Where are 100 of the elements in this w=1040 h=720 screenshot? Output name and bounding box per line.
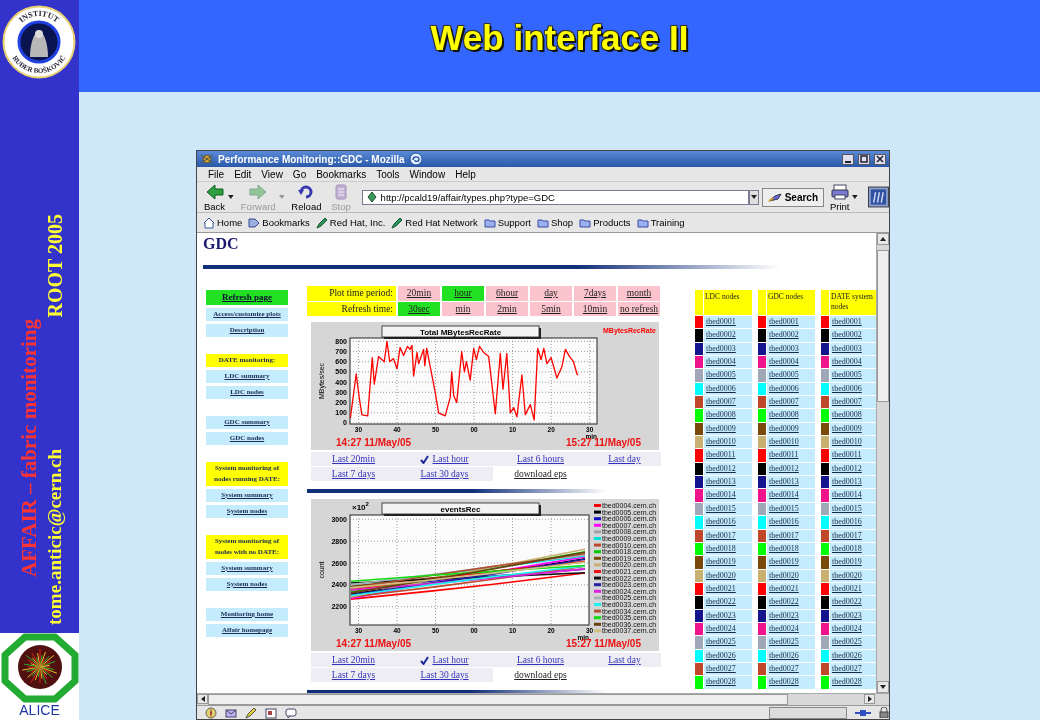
menu-item[interactable]: File	[208, 168, 225, 180]
node-link[interactable]: tbed0028	[704, 676, 752, 689]
node-link[interactable]: tbed0001	[767, 316, 815, 329]
node-link[interactable]: tbed0005	[767, 369, 815, 382]
node-link[interactable]: tbed0025	[704, 636, 752, 649]
bookmark-link[interactable]: Support	[483, 216, 531, 229]
node-link[interactable]: tbed0014	[830, 489, 876, 502]
node-link[interactable]: tbed0019	[704, 556, 752, 569]
menu-item[interactable]: Tools	[376, 168, 400, 180]
node-link[interactable]: tbed0013	[830, 476, 876, 489]
time-range-link[interactable]: Last 7 days	[311, 467, 396, 481]
node-link[interactable]: tbed0009	[830, 422, 876, 436]
node-link[interactable]: tbed0019	[767, 556, 815, 569]
node-link[interactable]: tbed0021	[704, 582, 752, 596]
scroll-arrow-button[interactable]	[877, 681, 889, 693]
node-link[interactable]: tbed0003	[830, 342, 876, 356]
node-link[interactable]: tbed0003	[767, 342, 815, 356]
folder-icon[interactable]	[536, 216, 549, 229]
chat-icon[interactable]	[285, 706, 297, 719]
node-link[interactable]: tbed0012	[767, 462, 815, 476]
option-link[interactable]: day	[530, 286, 572, 301]
option-link[interactable]: 5min	[530, 302, 572, 316]
time-range-link[interactable]: Last day	[588, 653, 661, 667]
node-link[interactable]: tbed0007	[704, 396, 752, 409]
menu-item[interactable]: View	[261, 168, 283, 180]
node-link[interactable]: tbed0016	[704, 516, 752, 529]
option-link[interactable]: 20min	[398, 286, 440, 301]
bookmark-link[interactable]: Shop	[536, 216, 574, 229]
option-link[interactable]: 2min	[486, 302, 528, 316]
reload-button[interactable]: Reload	[288, 182, 325, 212]
node-link[interactable]: tbed0015	[767, 502, 815, 516]
node-link[interactable]: tbed0010	[830, 436, 876, 449]
dropdown-button[interactable]	[749, 189, 759, 205]
node-link[interactable]: tbed0025	[767, 636, 815, 649]
refresh-button[interactable]: Refresh page	[206, 290, 288, 305]
node-link[interactable]: tbed0027	[830, 662, 876, 676]
throbber-icon[interactable]	[868, 186, 889, 208]
node-link[interactable]: tbed0024	[767, 622, 815, 636]
node-link[interactable]: tbed0017	[830, 529, 876, 542]
node-link[interactable]: tbed0021	[767, 582, 815, 596]
node-link[interactable]: tbed0004	[830, 356, 876, 369]
print-button[interactable]: Print	[826, 182, 853, 212]
folder-icon[interactable]	[636, 216, 649, 229]
node-link[interactable]: tbed0015	[704, 502, 752, 516]
menu-item[interactable]: Window	[409, 168, 446, 180]
node-link[interactable]: tbed0006	[704, 382, 752, 396]
option-link[interactable]: 30sec	[398, 302, 440, 316]
option-link[interactable]: 10min	[574, 302, 616, 316]
caret-icon[interactable]	[852, 195, 859, 199]
node-link[interactable]: tbed0007	[830, 396, 876, 409]
option-link[interactable]: 6hour	[486, 286, 528, 301]
node-link[interactable]: tbed0025	[830, 636, 876, 649]
node-link[interactable]: tbed0002	[767, 329, 815, 342]
node-link[interactable]: tbed0020	[830, 569, 876, 582]
bookmark-link[interactable]: Training	[636, 216, 685, 229]
node-link[interactable]: tbed0026	[830, 649, 876, 662]
node-link[interactable]: tbed0028	[830, 676, 876, 689]
node-link[interactable]: tbed0003	[704, 342, 752, 356]
node-link[interactable]: tbed0018	[704, 542, 752, 556]
node-link[interactable]: tbed0012	[704, 462, 752, 476]
node-link[interactable]: tbed0002	[704, 329, 752, 342]
node-link[interactable]: tbed0021	[830, 582, 876, 596]
node-link[interactable]: tbed0024	[830, 622, 876, 636]
time-range-link[interactable]: Last 30 days	[396, 467, 493, 481]
node-link[interactable]: tbed0007	[767, 396, 815, 409]
node-link[interactable]: tbed0013	[767, 476, 815, 489]
pen-icon[interactable]	[245, 706, 257, 719]
node-link[interactable]: tbed0012	[830, 462, 876, 476]
pen-icon[interactable]	[391, 216, 404, 229]
node-link[interactable]: tbed0011	[767, 449, 815, 462]
menu-item[interactable]: Bookmarks	[316, 168, 367, 180]
option-link[interactable]: min	[442, 302, 484, 316]
folder-icon[interactable]	[483, 216, 496, 229]
compass-icon[interactable]	[205, 706, 217, 719]
node-link[interactable]: tbed0010	[704, 436, 752, 449]
bookmark-link[interactable]: Bookmarks	[248, 216, 310, 229]
node-link[interactable]: tbed0028	[767, 676, 815, 689]
card-icon[interactable]	[265, 706, 277, 719]
node-link[interactable]: tbed0016	[830, 516, 876, 529]
node-link[interactable]: tbed0014	[767, 489, 815, 502]
menu-item[interactable]: Go	[292, 168, 307, 180]
scroll-arrow-button[interactable]	[864, 694, 875, 704]
node-link[interactable]: tbed0026	[704, 649, 752, 662]
node-link[interactable]: tbed0027	[704, 662, 752, 676]
node-link[interactable]: tbed0009	[767, 422, 815, 436]
node-link[interactable]: tbed0014	[704, 489, 752, 502]
scrollbar-thumb[interactable]	[877, 250, 889, 402]
node-link[interactable]: tbed0020	[704, 569, 752, 582]
time-range-link[interactable]: Last 6 hours	[493, 452, 588, 466]
node-link[interactable]: tbed0001	[830, 316, 876, 329]
node-link[interactable]: tbed0008	[704, 409, 752, 422]
node-link[interactable]: tbed0018	[767, 542, 815, 556]
node-link[interactable]: tbed0024	[704, 622, 752, 636]
node-link[interactable]: tbed0009	[704, 422, 752, 436]
node-link[interactable]: tbed0022	[704, 596, 752, 609]
bookmark-icon[interactable]	[248, 216, 261, 229]
node-link[interactable]: tbed0002	[830, 329, 876, 342]
node-link[interactable]: tbed0010	[767, 436, 815, 449]
option-link[interactable]: 7days	[574, 286, 616, 301]
node-link[interactable]: tbed0004	[704, 356, 752, 369]
